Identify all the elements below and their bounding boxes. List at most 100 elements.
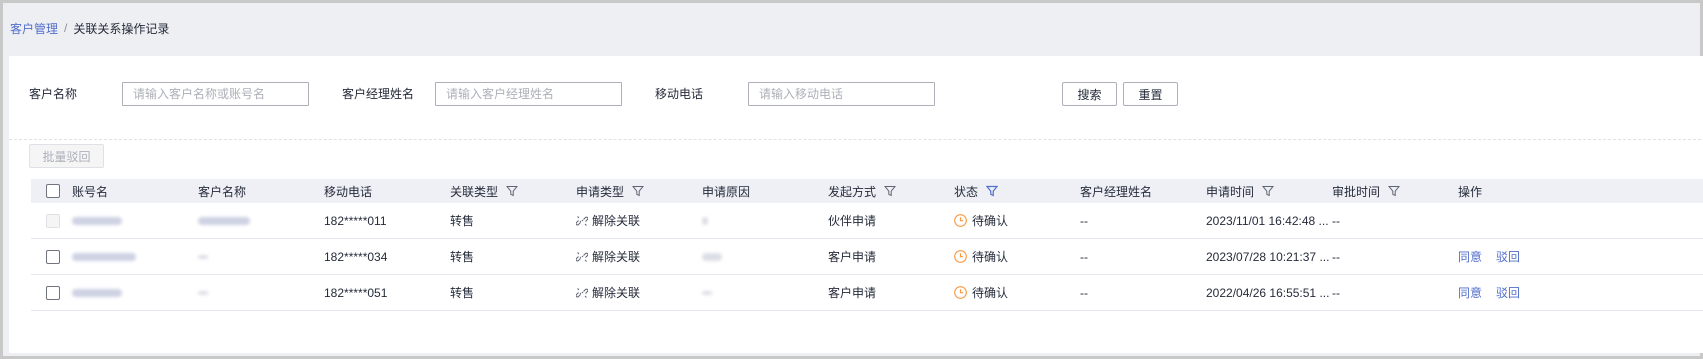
- filter-icon[interactable]: [506, 185, 519, 197]
- mobile-cell: 182*****051: [324, 285, 388, 300]
- filter-icon[interactable]: [1262, 185, 1275, 197]
- clock-icon: [954, 286, 967, 299]
- redacted-account: [72, 288, 122, 297]
- redacted-account: [72, 252, 136, 261]
- table-row: 182*****011 转售 解除关联 伙伴申请 待确认 -- 2023/11/…: [31, 203, 1703, 239]
- row-checkbox[interactable]: [46, 249, 60, 264]
- redacted-reason: [702, 290, 712, 295]
- header-initiate-method-label: 发起方式: [828, 184, 877, 199]
- redacted-customer: [198, 254, 208, 259]
- apply-time-cell: 2023/11/01 16:42:48 ...: [1206, 213, 1329, 228]
- row-checkbox[interactable]: [46, 285, 60, 300]
- row-checkbox-cell: [46, 275, 60, 310]
- initiate-method-cell: 伙伴申请: [828, 214, 877, 228]
- filter-icon[interactable]: [632, 185, 645, 197]
- manager-name-cell: --: [1080, 249, 1088, 264]
- clock-icon: [954, 214, 967, 227]
- apply-type-cell: 解除关联: [576, 203, 640, 238]
- account-cell-redacted: [72, 275, 122, 310]
- initiate-method-cell: 客户申请: [828, 286, 877, 300]
- breadcrumb-separator: /: [64, 21, 68, 35]
- batch-reject-button[interactable]: 批量驳回: [29, 144, 104, 168]
- redacted-account: [72, 216, 122, 225]
- filter-icon[interactable]: [1388, 185, 1401, 197]
- divider: [9, 139, 1703, 140]
- mobile-cell: 182*****011: [324, 213, 387, 228]
- header-customer: 客户名称: [198, 184, 247, 199]
- table-row: 182*****034 转售 解除关联 客户申请 待确认 -- 2023/07/…: [31, 239, 1703, 275]
- mobile-input[interactable]: [748, 82, 935, 106]
- customer-name-input[interactable]: [122, 82, 309, 106]
- unlink-icon: [576, 287, 588, 299]
- apply-type-label: 解除关联: [592, 250, 641, 264]
- clock-icon: [954, 250, 967, 263]
- status-cell: 待确认: [954, 275, 1008, 310]
- breadcrumb-current: 关联关系操作记录: [73, 21, 170, 36]
- relation-type-cell: 转售: [450, 214, 475, 228]
- reject-link[interactable]: 驳回: [1496, 284, 1520, 301]
- header-relation-type-label: 关联类型: [450, 184, 499, 199]
- header-approve-time-label: 审批时间: [1332, 184, 1381, 199]
- header-manager-name: 客户经理姓名: [1080, 184, 1153, 199]
- status-cell: 待确认: [954, 203, 1008, 238]
- redacted-customer: [198, 290, 208, 295]
- agree-link[interactable]: 同意: [1458, 284, 1482, 301]
- breadcrumb: 客户管理 / 关联关系操作记录: [10, 20, 169, 36]
- select-all-checkbox-cell: [46, 179, 60, 203]
- actions-cell: 同意 驳回: [1458, 275, 1534, 310]
- agree-link[interactable]: 同意: [1458, 248, 1482, 265]
- apply-type-label: 解除关联: [592, 214, 641, 228]
- customer-cell-redacted: [198, 203, 250, 238]
- header-approve-time: 审批时间: [1332, 179, 1401, 203]
- manager-name-cell: --: [1080, 285, 1088, 300]
- status-cell: 待确认: [954, 239, 1008, 274]
- apply-type-label: 解除关联: [592, 286, 641, 300]
- manager-name-cell: --: [1080, 213, 1088, 228]
- header-status: 状态: [954, 179, 999, 203]
- redacted-reason: [702, 252, 722, 261]
- mobile-label: 移动电话: [655, 87, 704, 101]
- row-checkbox[interactable]: [46, 213, 60, 228]
- header-initiate-method: 发起方式: [828, 179, 897, 203]
- approve-time-cell: --: [1332, 249, 1340, 264]
- customer-name-label: 客户名称: [29, 87, 78, 101]
- customer-cell-redacted: [198, 275, 208, 310]
- apply-reason-cell-redacted: [702, 203, 708, 238]
- header-apply-type: 申请类型: [576, 179, 645, 203]
- table-row: 182*****051 转售 解除关联 客户申请 待确认 -- 2022/04/…: [31, 275, 1703, 311]
- reset-button[interactable]: 重置: [1123, 82, 1178, 106]
- account-cell-redacted: [72, 239, 136, 274]
- header-mobile: 移动电话: [324, 184, 373, 199]
- relation-type-cell: 转售: [450, 286, 475, 300]
- reject-link[interactable]: 驳回: [1496, 248, 1520, 265]
- select-all-checkbox[interactable]: [46, 184, 60, 198]
- table-header: 账号名 客户名称 移动电话 关联类型 申请类型 申请原因 发起方式 状态 客户经…: [31, 179, 1703, 203]
- status-label: 待确认: [972, 214, 1009, 228]
- main-card: 客户名称 客户经理姓名 移动电话 搜索 重置 批量驳回 账号名 客户名称 移动电…: [9, 56, 1703, 353]
- manager-name-input[interactable]: [435, 82, 622, 106]
- records-table: 账号名 客户名称 移动电话 关联类型 申请类型 申请原因 发起方式 状态 客户经…: [31, 179, 1703, 311]
- apply-reason-cell-redacted: [702, 239, 722, 274]
- redacted-reason: [702, 216, 708, 225]
- header-relation-type: 关联类型: [450, 179, 519, 203]
- header-apply-time-label: 申请时间: [1206, 184, 1255, 199]
- account-cell-redacted: [72, 203, 122, 238]
- apply-type-cell: 解除关联: [576, 239, 640, 274]
- header-apply-time: 申请时间: [1206, 179, 1275, 203]
- filter-icon[interactable]: [884, 185, 897, 197]
- row-checkbox-cell: [46, 203, 60, 238]
- header-actions: 操作: [1458, 184, 1483, 199]
- unlink-icon: [576, 251, 588, 263]
- header-account: 账号名: [72, 184, 109, 199]
- header-status-label: 状态: [954, 184, 979, 199]
- header-apply-type-label: 申请类型: [576, 184, 625, 199]
- unlink-icon: [576, 215, 588, 227]
- customer-cell-redacted: [198, 239, 208, 274]
- actions-cell: 同意 驳回: [1458, 239, 1534, 274]
- initiate-method-cell: 客户申请: [828, 250, 877, 264]
- breadcrumb-parent-link[interactable]: 客户管理: [10, 20, 58, 37]
- status-label: 待确认: [972, 250, 1009, 264]
- search-button[interactable]: 搜索: [1062, 82, 1117, 106]
- filter-active-icon[interactable]: [986, 185, 999, 197]
- apply-time-cell: 2022/04/26 16:55:51 ...: [1206, 285, 1330, 300]
